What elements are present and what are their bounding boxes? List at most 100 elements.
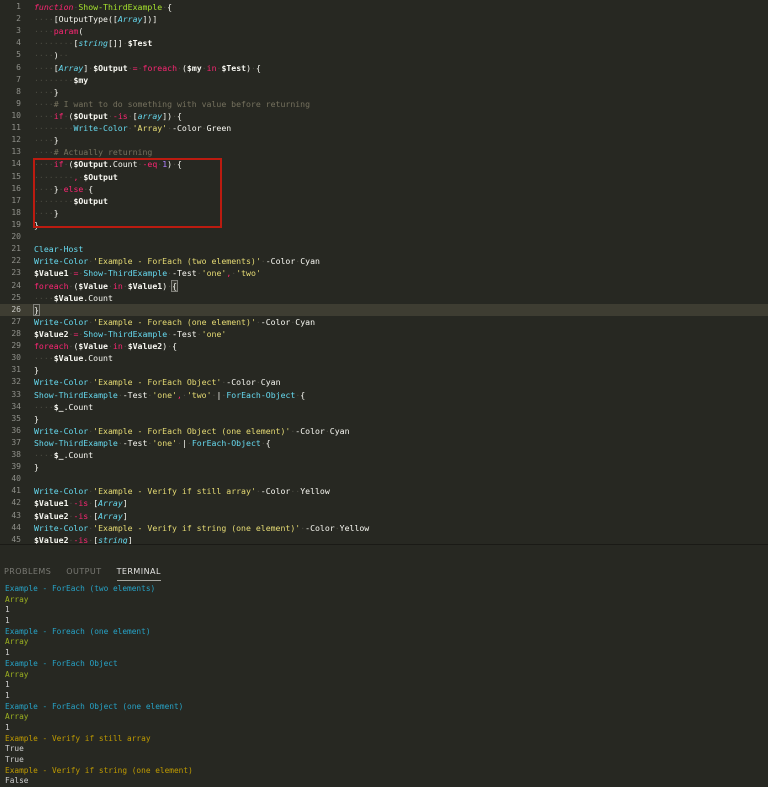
code-line[interactable]: 15········,·$Output	[0, 171, 768, 183]
line-number[interactable]: 4	[0, 37, 21, 49]
code-line[interactable]: 29foreach·($Value·in·$Value2)·{	[0, 340, 768, 352]
code-line[interactable]: 14····if·($Output.Count·-eq·1)·{	[0, 158, 768, 170]
code-line[interactable]: 16····}·else·{	[0, 183, 768, 195]
code-line[interactable]: 38····$_.Count	[0, 449, 768, 461]
line-number[interactable]: 11	[0, 122, 21, 134]
code-line[interactable]: 13····# Actually returning	[0, 146, 768, 158]
line-number[interactable]: 26	[0, 304, 21, 316]
line-number[interactable]: 28	[0, 328, 21, 340]
line-number[interactable]: 2	[0, 13, 21, 25]
line-number[interactable]: 29	[0, 340, 21, 352]
code-line[interactable]: 17········$Output	[0, 195, 768, 207]
line-number[interactable]: 33	[0, 389, 21, 401]
code-line[interactable]: 41Write-Color·'Example - Verify if still…	[0, 485, 768, 497]
line-number[interactable]: 15	[0, 171, 21, 183]
code-line[interactable]: 27Write-Color·'Example - Foreach (one el…	[0, 316, 768, 328]
code-line[interactable]: 40	[0, 473, 768, 485]
code-line[interactable]: 9····# I want to do something with value…	[0, 98, 768, 110]
code-line[interactable]: 2····[OutputType([Array])]	[0, 13, 768, 25]
code-line[interactable]: 32Write-Color·'Example - ForEach Object'…	[0, 376, 768, 388]
line-number[interactable]: 10	[0, 110, 21, 122]
line-number[interactable]: 17	[0, 195, 21, 207]
code-line[interactable]: 4········[string[]]·$Test	[0, 37, 768, 49]
line-number[interactable]: 8	[0, 86, 21, 98]
line-number[interactable]: 38	[0, 449, 21, 461]
code-line[interactable]: 26}	[0, 304, 768, 316]
code-line[interactable]: 20	[0, 231, 768, 243]
code-line[interactable]: 8····}	[0, 86, 768, 98]
line-number[interactable]: 31	[0, 364, 21, 376]
line-number[interactable]: 30	[0, 352, 21, 364]
code-line[interactable]: 10····if·($Output·-is·[array])·{	[0, 110, 768, 122]
code-line[interactable]: 33Show-ThirdExample·-Test·'one',·'two'·|…	[0, 389, 768, 401]
code-token: 'Example - ForEach (two elements)'	[93, 256, 261, 266]
code-line[interactable]: 31}	[0, 364, 768, 376]
line-number[interactable]: 41	[0, 485, 21, 497]
code-line[interactable]: 23$Value1·=·Show-ThirdExample·-Test·'one…	[0, 267, 768, 279]
code-line[interactable]: 42$Value1·-is·[Array]	[0, 497, 768, 509]
code-token: Cyan	[300, 256, 320, 266]
line-number[interactable]: 34	[0, 401, 21, 413]
line-number[interactable]: 43	[0, 510, 21, 522]
line-number[interactable]: 44	[0, 522, 21, 534]
code-line[interactable]: 18····}	[0, 207, 768, 219]
line-number[interactable]: 23	[0, 267, 21, 279]
code-line[interactable]: 24foreach·($Value·in·$Value1)·{	[0, 280, 768, 292]
code-line[interactable]: 6····[Array]·$Output·=·foreach·($my·in·$…	[0, 62, 768, 74]
code-line[interactable]: 19}	[0, 219, 768, 231]
line-number[interactable]: 1	[0, 1, 21, 13]
line-number[interactable]: 42	[0, 497, 21, 509]
line-number[interactable]: 37	[0, 437, 21, 449]
line-number[interactable]: 12	[0, 134, 21, 146]
line-number[interactable]: 22	[0, 255, 21, 267]
code-line[interactable]: 7········$my	[0, 74, 768, 86]
panel-tab-problems[interactable]: PROBLEMS	[4, 567, 51, 580]
code-line[interactable]: 3····param(	[0, 25, 768, 37]
code-line[interactable]: 36Write-Color·'Example - ForEach Object …	[0, 425, 768, 437]
code-line[interactable]: 43$Value2·-is·[Array]	[0, 510, 768, 522]
line-number[interactable]: 18	[0, 207, 21, 219]
line-number[interactable]: 13	[0, 146, 21, 158]
line-number[interactable]: 19	[0, 219, 21, 231]
line-number[interactable]: 40	[0, 473, 21, 485]
line-number[interactable]: 35	[0, 413, 21, 425]
code-line[interactable]: 25····$Value.Count	[0, 292, 768, 304]
line-number[interactable]: 27	[0, 316, 21, 328]
code-line[interactable]: 30····$Value.Count	[0, 352, 768, 364]
code-line[interactable]: 34····$_.Count	[0, 401, 768, 413]
panel-tab-output[interactable]: OUTPUT	[66, 567, 101, 580]
line-number[interactable]: 32	[0, 376, 21, 388]
code-token: in	[113, 341, 123, 351]
line-number[interactable]: 39	[0, 461, 21, 473]
code-line[interactable]: 11········Write-Color·'Array'·-Color·Gre…	[0, 122, 768, 134]
line-number[interactable]: 3	[0, 25, 21, 37]
line-number[interactable]: 6	[0, 62, 21, 74]
code-line[interactable]: 5····)··	[0, 49, 768, 61]
line-number[interactable]: 36	[0, 425, 21, 437]
code-line[interactable]: 22Write-Color·'Example - ForEach (two el…	[0, 255, 768, 267]
line-number[interactable]: 20	[0, 231, 21, 243]
code-line[interactable]: 45$Value2·-is·[string]	[0, 534, 768, 544]
line-number[interactable]: 21	[0, 243, 21, 255]
code-line[interactable]: 37Show-ThirdExample·-Test·'one'·|·ForEac…	[0, 437, 768, 449]
line-number[interactable]: 24	[0, 280, 21, 292]
code-line[interactable]: 28$Value2·=·Show-ThirdExample·-Test·'one…	[0, 328, 768, 340]
code-line[interactable]: 35}	[0, 413, 768, 425]
code-area[interactable]: 1function·Show-ThirdExample·{2····[Outpu…	[0, 1, 768, 544]
code-line[interactable]: 21Clear-Host	[0, 243, 768, 255]
line-number[interactable]: 7	[0, 74, 21, 86]
code-line[interactable]: 12····}	[0, 134, 768, 146]
line-number[interactable]: 16	[0, 183, 21, 195]
panel-tab-terminal[interactable]: TERMINAL	[117, 567, 161, 581]
whitespace-dots: ····	[34, 208, 54, 218]
line-number[interactable]: 9	[0, 98, 21, 110]
terminal-output[interactable]: Example - ForEach (two elements)Array11E…	[0, 579, 768, 787]
code-editor[interactable]: 1function·Show-ThirdExample·{2····[Outpu…	[0, 0, 768, 544]
code-line[interactable]: 39}	[0, 461, 768, 473]
code-line[interactable]: 44Write-Color·'Example - Verify if strin…	[0, 522, 768, 534]
line-number[interactable]: 14	[0, 158, 21, 170]
line-number[interactable]: 25	[0, 292, 21, 304]
line-number[interactable]: 5	[0, 49, 21, 61]
line-number[interactable]: 45	[0, 534, 21, 544]
code-line[interactable]: 1function·Show-ThirdExample·{	[0, 1, 768, 13]
